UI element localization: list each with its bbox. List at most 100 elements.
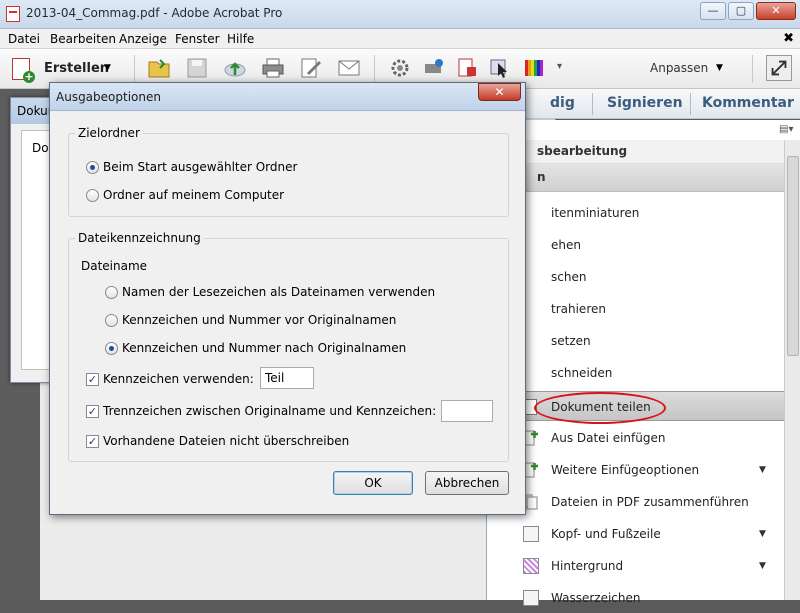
panel-item-zuschneiden[interactable]: schneiden [487,358,784,388]
tab-kommentar[interactable]: Kommentar [702,95,794,111]
panel-item-ersetzen[interactable]: setzen [487,326,784,356]
create-button[interactable]: Erstellen ▼ [8,55,114,83]
printer-settings-icon[interactable] [422,57,446,79]
panel-item-label: Wasserzeichen [551,591,641,605]
close-window-button[interactable]: ✕ [756,2,796,20]
checkbox-no-overwrite[interactable]: ✓ [86,435,99,448]
panel-item-label: Kopf- und Fußzeile [551,527,661,541]
print-icon[interactable] [261,57,285,79]
tab-separator [690,93,691,115]
create-label: Erstellen [44,61,110,76]
color-bars-icon[interactable] [522,57,546,79]
panel-item-dateien-zusammenfuehren[interactable]: Dateien in PDF zusammenführen [487,487,784,517]
use-label-text[interactable]: Kennzeichen verwenden: [103,372,254,386]
toolbar-separator [752,55,753,83]
panel-item-wasserzeichen[interactable]: Wasserzeichen [487,583,784,613]
customize-button[interactable]: Anpassen [650,61,708,75]
subsection-title: n [537,170,546,184]
filename-label: Dateiname [81,259,148,273]
chevron-down-icon[interactable]: ▼ [716,63,723,73]
header-footer-icon [523,526,539,542]
radio-label-after-label[interactable]: Kennzeichen und Nummer nach Originalname… [122,341,406,355]
maximize-button[interactable]: ▢ [728,2,754,20]
edit-document-icon[interactable] [299,57,323,79]
radio-startup-folder-label[interactable]: Beim Start ausgewählter Ordner [103,160,297,174]
toolbar-separator [374,55,375,83]
tab-separator [592,93,593,115]
radio-bookmark-names[interactable] [105,286,118,299]
label-text-input[interactable] [260,367,314,389]
panel-options-icon[interactable]: ▤▾ [779,124,793,135]
close-document-icon[interactable]: ✖ [783,31,794,46]
separator-text[interactable]: Trennzeichen zwischen Originalname und K… [103,404,436,418]
toolbar-separator [134,55,135,83]
radio-computer-folder-label[interactable]: Ordner auf meinem Computer [103,188,284,202]
no-overwrite-text[interactable]: Vorhandene Dateien nicht überschreiben [103,434,349,448]
panel-item-drehen[interactable]: ehen [487,230,784,260]
panel-subsection-header[interactable]: n [487,164,784,192]
panel-item-loeschen[interactable]: schen [487,262,784,292]
panel-section-header[interactable]: sbearbeitung [487,140,784,164]
background-icon [523,558,539,574]
dialog-close-button[interactable]: ✕ [478,83,521,101]
panel-item-weitere-einfuegeoptionen[interactable]: Weitere Einfügeoptionen ▼ [487,455,784,485]
menu-anzeige[interactable]: Anzeige [119,32,167,46]
file-labeling-group: Dateikennzeichnung Dateiname Namen der L… [68,231,509,462]
panel-item-label: setzen [551,334,591,348]
radio-label-before-label[interactable]: Kennzeichen und Nummer vor Originalnamen [122,313,396,327]
panel-item-kopf-und-fusszeile[interactable]: Kopf- und Fußzeile ▼ [487,519,784,549]
split-dialog-text: Do [32,141,49,155]
scrollbar-thumb[interactable] [787,156,799,356]
checkbox-separator[interactable]: ✓ [86,405,99,418]
panel-item-hintergrund[interactable]: Hintergrund ▼ [487,551,784,581]
panel-item-extrahieren[interactable]: trahieren [487,294,784,324]
watermark-icon [523,590,539,606]
menu-fenster[interactable]: Fenster [175,32,220,46]
radio-label-before[interactable] [105,314,118,327]
panel-item-label: Aus Datei einfügen [551,431,666,445]
radio-computer-folder[interactable] [86,189,99,202]
pdf-action-icon[interactable] [455,57,479,79]
target-folder-group: Zielordner Beim Start ausgewählter Ordne… [68,126,509,217]
radio-label-after[interactable] [105,342,118,355]
target-folder-legend: Zielordner [75,126,143,140]
highlight-circle [534,392,666,424]
open-folder-icon[interactable] [147,57,171,79]
tasks-tabbar: dig Signieren Kommentar [486,89,800,119]
panel-item-aus-datei-einfuegen[interactable]: Aus Datei einfügen [487,423,784,453]
more-tools-icon[interactable]: ▾ [557,61,562,72]
panel-item-label: trahieren [551,302,606,316]
panel-item-label: Weitere Einfügeoptionen [551,463,700,477]
panel-item-label: Hintergrund [551,559,624,573]
menu-hilfe[interactable]: Hilfe [227,32,254,46]
radio-startup-folder[interactable] [86,161,99,174]
radio-bookmark-names-label[interactable]: Namen der Lesezeichen als Dateinamen ver… [122,285,435,299]
minimize-button[interactable]: — [700,2,726,20]
tab-werkzeuge[interactable]: dig [550,95,575,111]
select-tool-icon[interactable] [488,57,512,79]
email-icon[interactable] [337,57,361,79]
cloud-upload-icon[interactable] [223,57,247,79]
save-icon[interactable] [185,57,209,79]
chevron-down-icon: ▼ [759,465,766,475]
panel-item-label: itenminiaturen [551,206,640,220]
dialog-title: Ausgabeoptionen [56,90,161,104]
pdf-file-icon [6,6,20,22]
panel-item-label: ehen [551,238,581,252]
cancel-button[interactable]: Abbrechen [425,471,509,495]
panel-item-seitenminiaturen[interactable]: itenminiaturen [487,198,784,228]
checkbox-use-label[interactable]: ✓ [86,373,99,386]
create-pdf-icon [12,58,35,83]
gear-icon[interactable] [388,57,412,79]
tab-signieren[interactable]: Signieren [607,95,683,111]
panel-scrollbar[interactable] [784,140,800,600]
separator-input[interactable] [441,400,493,422]
fullscreen-icon[interactable] [766,55,792,81]
window-titlebar: 2013-04_Commag.pdf - Adobe Acrobat Pro —… [0,0,800,29]
panel-item-label: Dateien in PDF zusammenführen [551,495,749,509]
ok-button[interactable]: OK [333,471,413,495]
dialog-titlebar: Ausgabeoptionen ✕ [50,83,525,111]
panel-item-label: schen [551,270,587,284]
menu-bearbeiten[interactable]: Bearbeiten [50,32,116,46]
menu-datei[interactable]: Datei [8,32,40,46]
